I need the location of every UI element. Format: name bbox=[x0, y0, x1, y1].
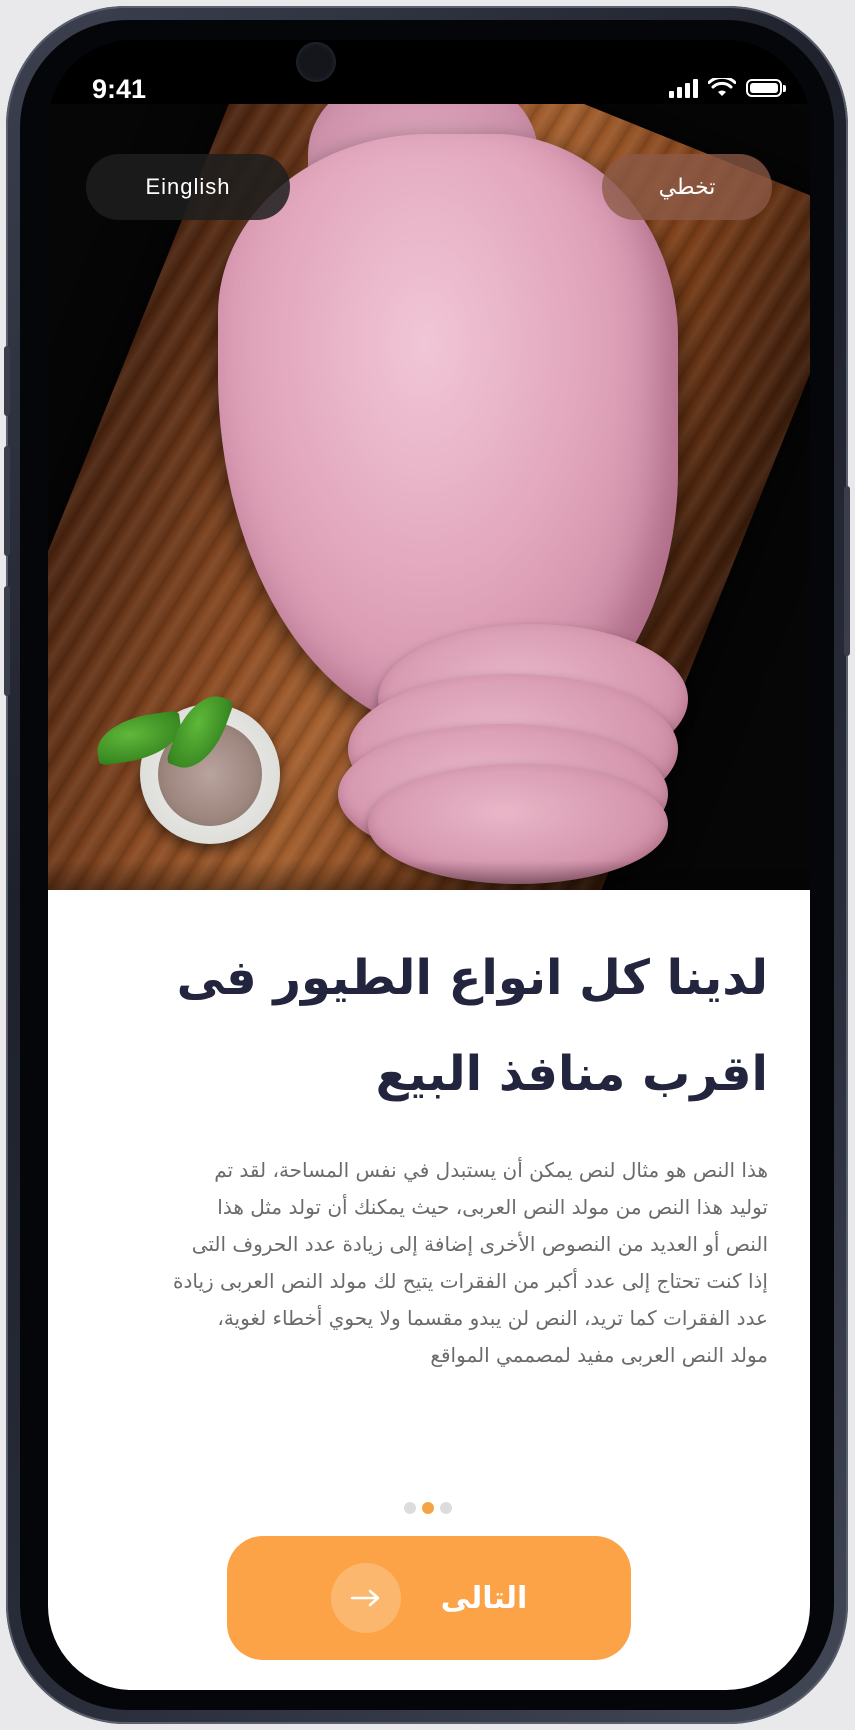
onboarding-description: هذا النص هو مثال لنص يمكن أن يستبدل في ن… bbox=[128, 1152, 768, 1374]
description-line: مولد النص العربى مفيد لمصممي المواقع bbox=[430, 1343, 768, 1367]
front-camera bbox=[296, 42, 336, 82]
mute-switch bbox=[4, 346, 10, 416]
cellular-signal-icon bbox=[669, 78, 698, 98]
onboarding-content: لدينا كل انواع الطيور فى اقرب منافذ البي… bbox=[48, 890, 810, 1690]
hero-image bbox=[48, 104, 810, 890]
screen: 9:41 Einglish تخطي لدينا كل انواع الطيور… bbox=[48, 40, 810, 1690]
status-icons bbox=[669, 78, 786, 98]
description-line: إذا كنت تحتاج إلى عدد أكبر من الفقرات يت… bbox=[172, 1269, 768, 1293]
language-button[interactable]: Einglish bbox=[86, 154, 290, 220]
power-button bbox=[844, 486, 850, 656]
description-line: هذا النص هو مثال لنص يمكن أن يستبدل في ن… bbox=[214, 1158, 768, 1182]
wifi-icon bbox=[708, 78, 736, 96]
page-indicator bbox=[404, 1502, 452, 1514]
volume-down-button bbox=[4, 586, 10, 696]
status-bar: 9:41 bbox=[48, 40, 810, 136]
page-dot[interactable] bbox=[404, 1502, 416, 1514]
volume-up-button bbox=[4, 446, 10, 556]
skip-button[interactable]: تخطي bbox=[602, 154, 772, 220]
hero-fade bbox=[48, 860, 810, 890]
battery-icon bbox=[746, 79, 786, 97]
description-line: عدد الفقرات كما تريد، النص لن يبدو مقسما… bbox=[217, 1306, 768, 1330]
onboarding-title: لدينا كل انواع الطيور فى اقرب منافذ البي… bbox=[148, 930, 768, 1122]
description-line: النص أو العديد من النصوص الأخرى إضافة إل… bbox=[191, 1232, 768, 1256]
next-button-label: التالى bbox=[440, 1580, 528, 1616]
title-line: لدينا كل انواع الطيور فى bbox=[176, 950, 768, 1006]
description-line: توليد هذا النص من مولد النص العربى، حيث … bbox=[217, 1195, 768, 1219]
page-dot[interactable] bbox=[440, 1502, 452, 1514]
next-button[interactable]: التالى bbox=[227, 1536, 631, 1660]
status-time: 9:41 bbox=[92, 74, 147, 104]
title-line: اقرب منافذ البيع bbox=[375, 1046, 768, 1102]
arrow-right-icon bbox=[330, 1563, 401, 1633]
page-dot-active[interactable] bbox=[422, 1502, 434, 1514]
